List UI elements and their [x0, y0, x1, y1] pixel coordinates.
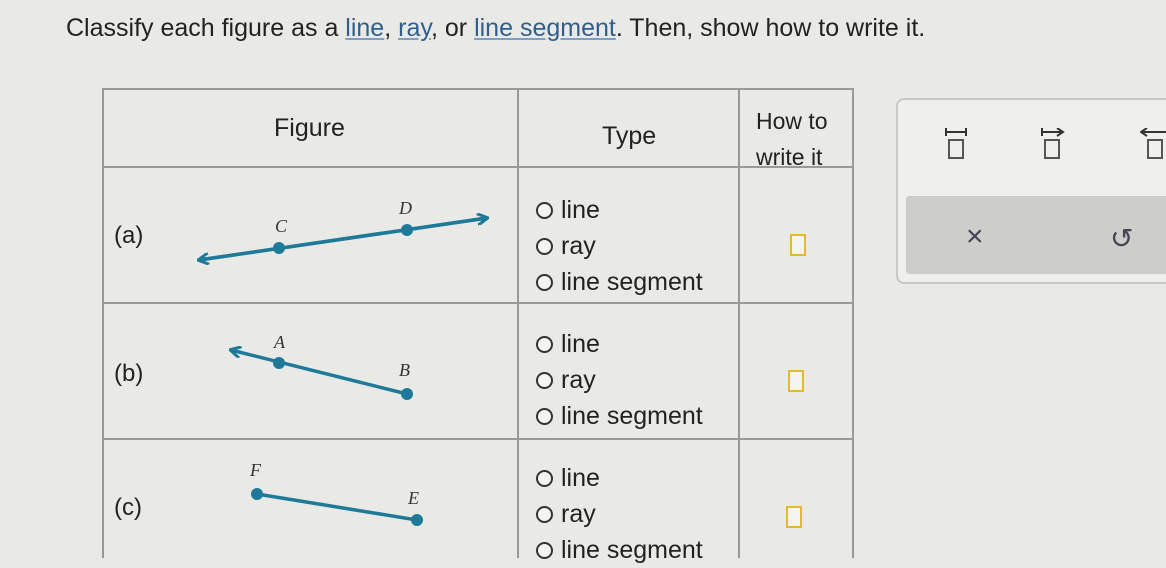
line-notation-icon[interactable] — [1140, 128, 1166, 160]
option-c-line[interactable]: line — [536, 460, 703, 496]
term-segment-link[interactable]: line segment — [474, 14, 616, 42]
option-label: line — [561, 195, 600, 224]
answer-box-c[interactable] — [786, 506, 802, 528]
figure-a-line: C D — [187, 198, 507, 278]
radio-circle[interactable] — [536, 201, 553, 219]
type-options-b: line ray line segment — [536, 326, 703, 434]
option-label: line — [561, 463, 600, 492]
figure-b-ray: A B — [217, 332, 413, 400]
term-ray-link[interactable]: ray — [398, 14, 431, 42]
option-label: line segment — [561, 535, 703, 564]
radio-circle[interactable] — [536, 469, 553, 487]
header-divider — [102, 166, 854, 168]
option-c-segment[interactable]: line segment — [536, 532, 703, 568]
radio-circle[interactable] — [536, 335, 553, 353]
row-divider-1 — [102, 302, 854, 304]
label-f: F — [249, 460, 262, 480]
option-c-ray[interactable]: ray — [536, 496, 703, 532]
ray-notation-icon[interactable] — [1038, 128, 1068, 160]
row-label-a: (a) — [114, 222, 144, 249]
radio-circle[interactable] — [536, 541, 553, 559]
column-divider-2 — [738, 88, 740, 558]
radio-circle[interactable] — [536, 237, 553, 255]
label-e: E — [407, 488, 419, 508]
option-b-line[interactable]: line — [536, 326, 703, 362]
label-b: B — [399, 360, 410, 380]
option-a-ray[interactable]: ray — [536, 228, 703, 264]
undo-icon[interactable]: ↺ — [1110, 222, 1133, 255]
header-figure: Figure — [274, 114, 345, 142]
header-write-line1: How to — [756, 108, 828, 134]
option-label: ray — [561, 365, 596, 394]
point-d — [401, 224, 413, 236]
radio-circle[interactable] — [536, 273, 553, 291]
table-border-left — [102, 88, 104, 558]
option-label: ray — [561, 231, 596, 260]
classification-table: Figure Type How to write it (a) (b) (c) … — [102, 88, 854, 564]
point-a — [273, 357, 285, 369]
point-b — [401, 388, 413, 400]
instructions-sep1: , — [384, 14, 399, 42]
row-label-c: (c) — [114, 494, 142, 521]
instructions-suffix: . Then, show how to write it. — [615, 14, 926, 42]
option-label: ray — [561, 499, 596, 528]
type-options-a: line ray line segment — [536, 192, 703, 300]
row-label-b: (b) — [114, 360, 144, 387]
instructions: Classify each figure as a line, ray, or … — [66, 14, 925, 43]
option-label: line — [561, 329, 600, 358]
option-label: line segment — [561, 401, 703, 430]
radio-circle[interactable] — [536, 371, 553, 389]
radio-circle[interactable] — [536, 407, 553, 425]
radio-circle[interactable] — [536, 505, 553, 523]
answer-box-a[interactable] — [790, 234, 806, 256]
row-divider-2 — [102, 438, 854, 440]
header-write-line2: write it — [756, 144, 823, 170]
instructions-sep2: , or — [431, 14, 475, 42]
label-d: D — [398, 198, 412, 218]
answer-box-b[interactable] — [788, 370, 804, 392]
option-b-segment[interactable]: line segment — [536, 398, 703, 434]
point-e — [411, 514, 423, 526]
option-label: line segment — [561, 267, 703, 296]
type-options-c: line ray line segment — [536, 460, 703, 568]
table-border-top — [102, 88, 854, 90]
option-a-line[interactable]: line — [536, 192, 703, 228]
option-a-segment[interactable]: line segment — [536, 264, 703, 300]
label-a: A — [273, 332, 286, 352]
header-type: Type — [602, 122, 657, 150]
instructions-prefix: Classify each figure as a — [66, 14, 346, 42]
clear-icon[interactable]: × — [966, 220, 984, 254]
label-c: C — [275, 216, 288, 236]
table-border-right — [852, 88, 854, 558]
option-b-ray[interactable]: ray — [536, 362, 703, 398]
term-line-link[interactable]: line — [345, 14, 384, 42]
segment-notation-icon[interactable] — [942, 128, 970, 160]
point-c — [273, 242, 285, 254]
point-f — [251, 488, 263, 500]
column-divider-1 — [517, 88, 519, 558]
figure-c-segment: F E — [249, 460, 423, 526]
